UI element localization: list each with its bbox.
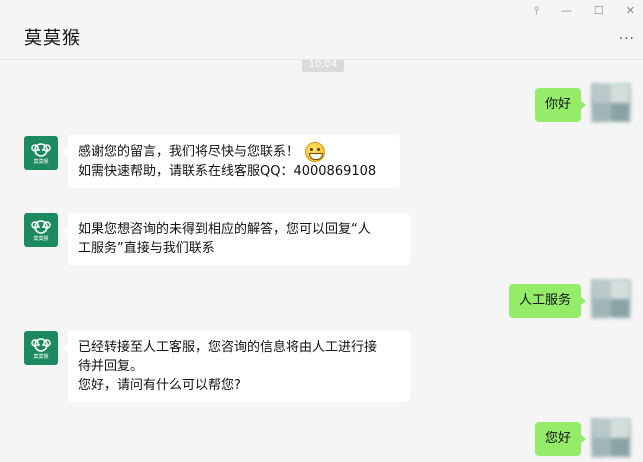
- user-avatar[interactable]: [591, 83, 631, 123]
- message-line: 如果您想咨询的未得到相应的解答，您可以回复“人: [78, 222, 371, 237]
- message-timestamp: 10:04: [302, 60, 344, 72]
- bot-avatar-label: 莫莫猴: [33, 235, 49, 242]
- message-bubble-sent[interactable]: 您好: [534, 422, 587, 456]
- more-options-icon[interactable]: ···: [619, 32, 635, 46]
- message-text: 人工服务: [518, 293, 571, 308]
- message-line: 您好，请问有什么可以帮您?: [78, 378, 241, 393]
- monkey-logo-icon: [31, 337, 51, 352]
- grinning-emoji-icon: [305, 142, 326, 162]
- message-line: 工服务”直接与我们联系: [78, 241, 215, 256]
- message-line: 感谢您的留言，我们将尽快与您联系！: [78, 144, 300, 160]
- user-avatar[interactable]: [591, 279, 631, 319]
- message-text: 你好: [544, 97, 571, 112]
- close-icon[interactable]: ✕: [626, 4, 635, 18]
- user-avatar[interactable]: [591, 418, 631, 458]
- bot-avatar-label: 莫莫猴: [33, 158, 49, 165]
- message-bubble-sent[interactable]: 你好: [534, 88, 587, 122]
- message-bubble-sent[interactable]: 人工服务: [508, 284, 587, 318]
- message-line: 已经转接至人工客服，您咨询的信息将由人工进行接: [78, 340, 378, 355]
- minimize-icon[interactable]: —: [561, 4, 572, 18]
- chat-title: 莫莫猴: [24, 28, 81, 49]
- pin-icon[interactable]: ⫯: [534, 4, 539, 18]
- message-bubble-received[interactable]: 如果您想咨询的未得到相应的解答，您可以回复“人 工服务”直接与我们联系: [63, 213, 410, 265]
- message-line: 待并回复。: [78, 359, 144, 374]
- message-bubble-received[interactable]: 感谢您的留言，我们将尽快与您联系！ 如需快速帮助，请联系在线客服QQ：40008…: [63, 135, 400, 188]
- message-line: 如需快速帮助，请联系在线客服QQ：4000869108: [78, 164, 377, 179]
- message-text: 您好: [544, 431, 571, 446]
- monkey-logo-icon: [31, 142, 51, 157]
- message-bubble-received[interactable]: 已经转接至人工客服，您咨询的信息将由人工进行接 待并回复。 您好，请问有什么可以…: [63, 331, 410, 402]
- bot-avatar[interactable]: 莫莫猴: [24, 136, 58, 170]
- bot-avatar-label: 莫莫猴: [33, 353, 49, 360]
- bot-avatar[interactable]: 莫莫猴: [24, 331, 58, 365]
- monkey-logo-icon: [31, 219, 51, 234]
- window-controls: ⫯ — ☐ ✕: [534, 4, 635, 18]
- bot-avatar[interactable]: 莫莫猴: [24, 213, 58, 247]
- maximize-icon[interactable]: ☐: [594, 4, 604, 18]
